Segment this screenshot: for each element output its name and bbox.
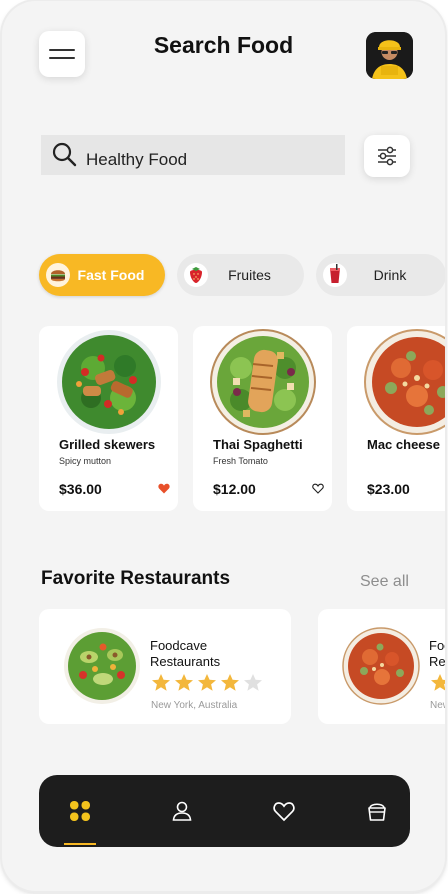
heart-filled-icon[interactable] [158,483,170,494]
heart-outline-icon[interactable] [312,483,324,494]
profile-icon[interactable] [170,799,194,823]
category-fast-food[interactable]: Fast Food [39,254,165,296]
restaurant-card[interactable]: Foodcave Restaurants New York, Australia [39,609,291,724]
restaurant-location: New York, Australia [151,700,238,711]
food-name: Mac cheese [367,437,440,452]
food-card[interactable]: Grilled skewers Spicy mutton $36.00 [39,326,178,511]
food-subtitle: Fresh Tomato [213,456,268,466]
food-price: $12.00 [213,481,256,497]
section-title: Favorite Restaurants [41,568,231,589]
food-name: Thai Spaghetti [213,437,303,452]
avatar[interactable] [366,32,413,79]
category-label: Fruites [228,267,271,283]
bottom-nav [39,775,410,847]
search-input[interactable] [86,150,326,170]
category-label: Drink [373,267,407,283]
pasta-dish-image [364,329,445,435]
star-filled-icon [431,674,445,691]
sliders-icon [378,146,396,166]
avocado-salad-image [64,628,140,704]
category-drink[interactable]: Drink [316,254,445,296]
pasta-plate-image [342,627,420,705]
restaurant-card[interactable]: Foodcave Restaurants New York, Australia [318,609,445,724]
chicken-salad-dish-image [210,329,316,435]
home-grid-icon[interactable] [68,799,92,823]
restaurant-location: New York, Australia [430,700,445,711]
food-card[interactable]: Mac cheese $23.00 [347,326,445,511]
heart-icon[interactable] [272,799,296,823]
filter-button[interactable] [364,135,410,177]
star-filled-icon [198,674,216,691]
food-name: Grilled skewers [59,437,156,452]
user-avatar-icon [366,32,413,79]
phone-screen: Search Food Healthy Food Fast Food Fruit… [2,1,445,891]
food-subtitle: Spicy mutton [59,456,112,466]
star-filled-icon [152,674,170,691]
category-fruites[interactable]: Fruites [177,254,304,296]
star-filled-icon [175,674,193,691]
active-tab-indicator [64,843,96,845]
food-price: $36.00 [59,481,102,497]
category-label: Fast Food [77,267,145,283]
star-empty-icon [244,674,262,691]
salad-dish-image [57,330,161,434]
search-bar[interactable] [41,135,345,175]
see-all-link[interactable]: See all [360,573,409,591]
restaurant-name: Foodcave Restaurants [429,638,445,669]
rating-stars [151,673,263,692]
food-card[interactable]: Thai Spaghetti Fresh Tomato $12.00 [193,326,332,511]
food-price: $23.00 [367,481,410,497]
restaurant-name: Foodcave Restaurants [150,638,221,669]
star-filled-icon [221,674,239,691]
cart-icon[interactable] [365,799,389,823]
rating-stars [430,673,445,692]
search-icon [52,142,77,167]
